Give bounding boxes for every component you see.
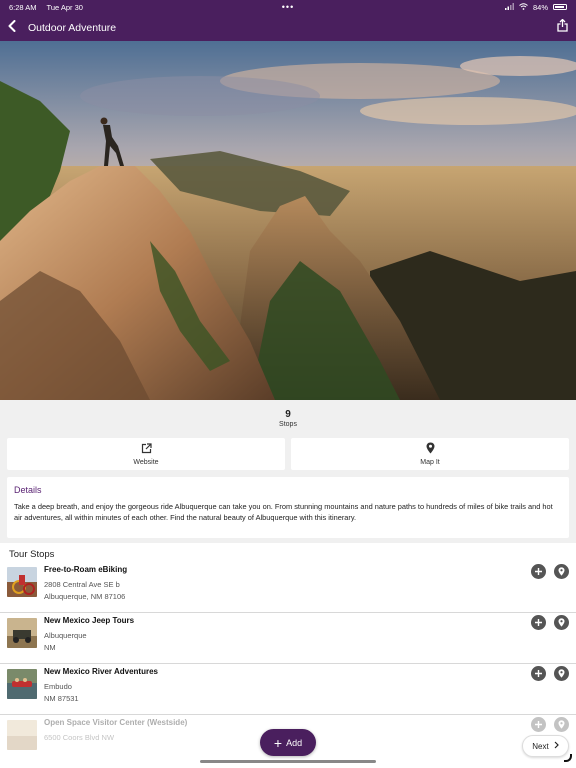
stop-map-button[interactable] — [554, 717, 569, 732]
plus-icon — [535, 670, 542, 677]
status-date: Tue Apr 30 — [46, 2, 83, 12]
page-title: Outdoor Adventure — [28, 21, 117, 34]
details-card: Details Take a deep breath, and enjoy th… — [7, 477, 569, 538]
battery-percent: 84% — [532, 2, 548, 12]
share-icon[interactable] — [557, 18, 568, 37]
back-icon[interactable] — [8, 19, 16, 37]
next-label: Next — [532, 741, 549, 751]
stops-label: Stops — [279, 421, 297, 428]
stop-thumbnail — [7, 567, 37, 597]
tour-stops-title: Tour Stops — [9, 549, 55, 560]
home-indicator[interactable] — [200, 760, 376, 763]
chevron-right-icon — [554, 741, 559, 751]
details-text: Take a deep breath, and enjoy the gorgeo… — [14, 502, 553, 522]
map-it-button[interactable]: Map It — [291, 438, 569, 470]
stop-thumbnail — [7, 618, 37, 648]
external-link-icon — [141, 442, 152, 456]
battery-icon — [553, 4, 567, 10]
map-pin-icon — [558, 720, 565, 729]
list-item[interactable]: New Mexico Jeep Tours Albuquerque NM — [0, 613, 576, 664]
add-label: Add — [286, 737, 303, 748]
add-stop-button[interactable] — [531, 564, 546, 579]
multitasking-dots[interactable]: ••• — [282, 3, 294, 12]
plus-icon: + — [273, 734, 283, 751]
stop-name: New Mexico River Adventures — [44, 667, 158, 676]
stop-name: New Mexico Jeep Tours — [44, 616, 135, 625]
stop-thumbnail — [7, 669, 37, 699]
plus-icon — [535, 619, 542, 626]
stops-count: 9 — [285, 409, 291, 420]
next-button[interactable]: Next — [522, 735, 569, 757]
stop-name: Open Space Visitor Center (Westside) — [44, 718, 188, 727]
stop-address-line1: 2808 Central Ave SE b — [44, 580, 120, 589]
stop-address-line1: 6500 Coors Blvd NW — [44, 733, 115, 742]
plus-icon — [535, 721, 542, 728]
map-pin-icon — [558, 567, 565, 576]
stop-address-line2: NM 87531 — [44, 694, 79, 703]
add-stop-button[interactable] — [531, 717, 546, 732]
stop-address-line2: Albuquerque, NM 87106 — [44, 592, 126, 601]
wifi-icon — [519, 2, 528, 12]
stop-address-line1: Albuquerque — [44, 631, 87, 640]
status-bar: 6:28 AM Tue Apr 30 ••• 84% — [0, 0, 576, 14]
stop-map-button[interactable] — [554, 666, 569, 681]
stops-summary: 9 Stops — [0, 400, 576, 434]
map-pin-icon — [558, 618, 565, 627]
stop-address-line2: NM — [44, 643, 56, 652]
nav-bar: Outdoor Adventure — [0, 14, 576, 41]
stop-thumbnail — [7, 720, 37, 750]
website-label: Website — [133, 458, 159, 466]
plus-icon — [535, 568, 542, 575]
add-button[interactable]: + Add — [260, 729, 316, 756]
details-title: Details — [14, 485, 42, 495]
map-it-label: Map It — [420, 459, 440, 466]
list-item[interactable]: Free-to-Roam eBiking 2808 Central Ave SE… — [0, 562, 576, 613]
status-time: 6:28 AM — [9, 2, 37, 12]
map-pin-icon — [558, 669, 565, 678]
map-pin-icon — [426, 442, 435, 456]
hero-image — [0, 41, 576, 400]
list-item[interactable]: New Mexico River Adventures Embudo NM 87… — [0, 664, 576, 715]
stop-address-line1: Embudo — [44, 682, 72, 691]
add-stop-button[interactable] — [531, 666, 546, 681]
stop-map-button[interactable] — [554, 564, 569, 579]
stop-map-button[interactable] — [554, 615, 569, 630]
add-stop-button[interactable] — [531, 615, 546, 630]
stop-name: Free-to-Roam eBiking — [44, 565, 128, 574]
signal-icon — [504, 2, 514, 12]
website-button[interactable]: Website — [7, 438, 285, 470]
